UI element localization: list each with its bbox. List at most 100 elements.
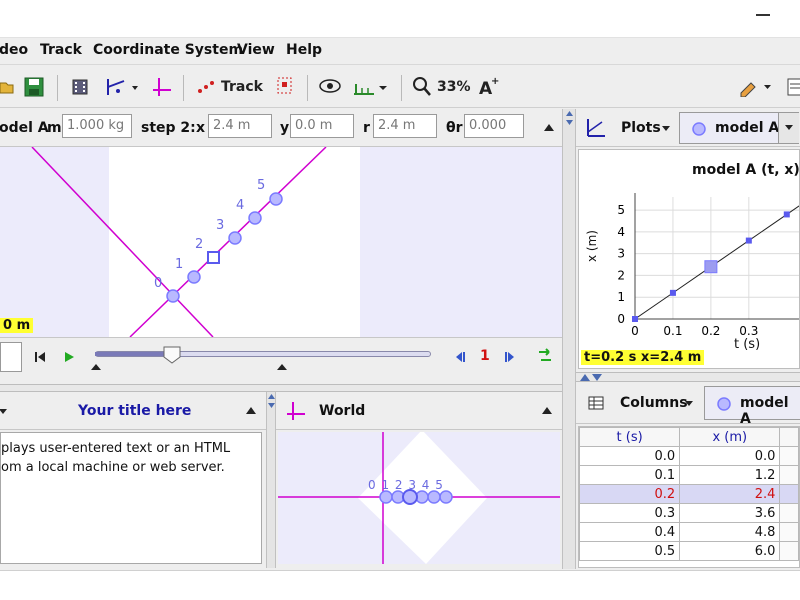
table-row[interactable]: 0.1 1.2 (579, 465, 799, 485)
menu-bar: deo Track Coordinate System View Help (0, 38, 800, 62)
font-size-icon[interactable]: A + (478, 75, 500, 97)
rate-spinner[interactable] (0, 342, 22, 372)
start-marker-icon[interactable] (91, 364, 101, 370)
cell-t[interactable]: 0.5 (579, 541, 681, 561)
cell-x[interactable]: 2.4 (679, 484, 781, 504)
zoom-level[interactable]: 33% (437, 79, 471, 95)
zoom-icon[interactable] (412, 76, 432, 98)
axes-icon[interactable] (152, 77, 172, 97)
y-field[interactable]: 0.0 m (290, 114, 354, 138)
collapse-panel-icon[interactable] (542, 407, 552, 414)
calibration-tools-icon[interactable] (104, 77, 140, 97)
menu-coordinate-system[interactable]: Coordinate System (93, 42, 243, 58)
toolbar: Track 33% A + (0, 64, 800, 108)
clip-settings-icon[interactable] (72, 79, 88, 95)
plot-readout: t=0.2 s x=2.4 m (581, 350, 705, 365)
r-field[interactable]: 2.4 m (373, 114, 437, 138)
measuring-tools-icon[interactable] (352, 76, 390, 98)
dropdown-arrow-icon[interactable] (0, 409, 7, 414)
collapse-toolbar-icon[interactable] (544, 124, 554, 131)
cell-t[interactable]: 0.1 (579, 465, 681, 485)
vertical-splitter[interactable] (266, 392, 276, 568)
plot-header: Plots model A (576, 109, 800, 147)
world-canvas[interactable]: 0 1 2 3 4 5 (278, 432, 560, 564)
loop-icon[interactable] (537, 348, 553, 364)
collapse-panel-icon[interactable] (246, 407, 256, 414)
step-label: step 2: (141, 120, 196, 136)
cell-t[interactable]: 0.2 (579, 484, 681, 504)
track-overlay (31, 147, 327, 337)
step-number: 5 (257, 178, 266, 193)
column-header-t[interactable]: t (s) (579, 427, 681, 447)
minimize-icon[interactable] (756, 14, 770, 16)
end-marker-icon[interactable] (277, 364, 287, 370)
plot-track-selector[interactable]: model A (679, 112, 799, 144)
pencil-icon[interactable] (738, 77, 774, 97)
track-button[interactable]: Track (221, 79, 263, 95)
cell-x[interactable]: 4.8 (679, 522, 781, 542)
table-row-selected[interactable]: 0.2 2.4 (579, 484, 799, 504)
html-text-area[interactable]: plays user-entered text or an HTML om a … (0, 432, 262, 564)
splitter-arrows-icon[interactable] (566, 111, 573, 125)
notes-icon[interactable] (786, 77, 800, 97)
step-back-icon[interactable] (453, 351, 465, 363)
track-points (166, 192, 283, 303)
table-row[interactable]: 0.5 6.0 (579, 541, 799, 561)
x-tick-label: 0 (631, 324, 639, 338)
plot-area[interactable]: model A (t, x) 0 1 2 3 4 5 0 0.1 0.2 0.3 x (m) t … (578, 149, 800, 369)
cell-x[interactable]: 1.2 (679, 465, 781, 485)
plots-menu[interactable]: Plots (621, 120, 661, 136)
horizontal-splitter[interactable] (0, 384, 562, 392)
columns-dropdown-icon[interactable] (685, 401, 693, 406)
track-name[interactable]: odel A (0, 120, 49, 136)
mass-field[interactable]: 1.000 kg (62, 114, 132, 138)
x-tick-label: 0.1 (663, 324, 682, 338)
cell-t[interactable]: 0.3 (579, 503, 681, 523)
play-icon[interactable] (63, 351, 75, 363)
menu-video[interactable]: deo (0, 42, 28, 58)
plots-dropdown-icon[interactable] (662, 126, 670, 131)
splitter-arrows-icon[interactable] (580, 374, 602, 381)
open-folder-icon[interactable] (0, 77, 14, 95)
menu-view[interactable]: View (237, 42, 275, 58)
cell-t[interactable]: 0.0 (579, 446, 681, 466)
chevron-down-icon[interactable] (785, 125, 793, 130)
theta-field[interactable]: 0.000 (464, 114, 524, 138)
page-title[interactable]: Your title here (78, 403, 191, 419)
main-vertical-splitter[interactable] (562, 109, 576, 569)
column-header-x[interactable]: x (m) (679, 427, 781, 447)
cell-x[interactable]: 3.6 (679, 503, 781, 523)
right-horizontal-splitter[interactable] (576, 372, 800, 382)
table-panel: Columns model A t (s) x (m) 0.0 0.0 0.1 … (576, 382, 800, 568)
splitter-arrows-icon[interactable] (268, 394, 275, 408)
step-display[interactable]: 1 (480, 348, 490, 364)
y-tick-label: 5 (617, 203, 625, 217)
go-to-start-icon[interactable] (34, 351, 46, 363)
menu-help[interactable]: Help (286, 42, 322, 58)
save-icon[interactable] (24, 77, 44, 97)
x-field[interactable]: 2.4 m (208, 114, 272, 138)
table-track-selector[interactable]: model A (704, 386, 800, 427)
table-row[interactable]: 0.4 4.8 (579, 522, 799, 542)
cell-x[interactable]: 6.0 (679, 541, 781, 561)
plot-icon (587, 119, 605, 137)
world-title: World (319, 403, 366, 419)
track-points-icon[interactable] (197, 79, 217, 95)
plot-track-dropdown[interactable] (778, 113, 799, 143)
step-forward-icon[interactable] (505, 351, 517, 363)
world-step-labels: 0 1 2 3 4 5 (368, 478, 444, 492)
menu-track[interactable]: Track (40, 42, 82, 58)
cell-t[interactable]: 0.4 (579, 522, 681, 542)
table-row[interactable]: 0.3 3.6 (579, 503, 799, 523)
coordinate-axis-line (31, 147, 214, 337)
columns-menu[interactable]: Columns (620, 395, 688, 411)
frame-slider-fill (95, 352, 171, 356)
video-canvas[interactable]: 0 1 2 3 4 5 0 m (0, 147, 562, 337)
table-row[interactable]: 0.0 0.0 (579, 446, 799, 466)
eye-icon[interactable] (319, 79, 341, 93)
data-table-area[interactable]: t (s) x (m) 0.0 0.0 0.1 1.2 0.2 2.4 0.3 (578, 426, 800, 568)
frame-slider-thumb[interactable] (163, 346, 181, 364)
cell-x[interactable]: 0.0 (679, 446, 781, 466)
world-view-panel: World 0 1 2 3 4 5 (276, 392, 562, 568)
track-control-icon[interactable] (276, 76, 294, 96)
